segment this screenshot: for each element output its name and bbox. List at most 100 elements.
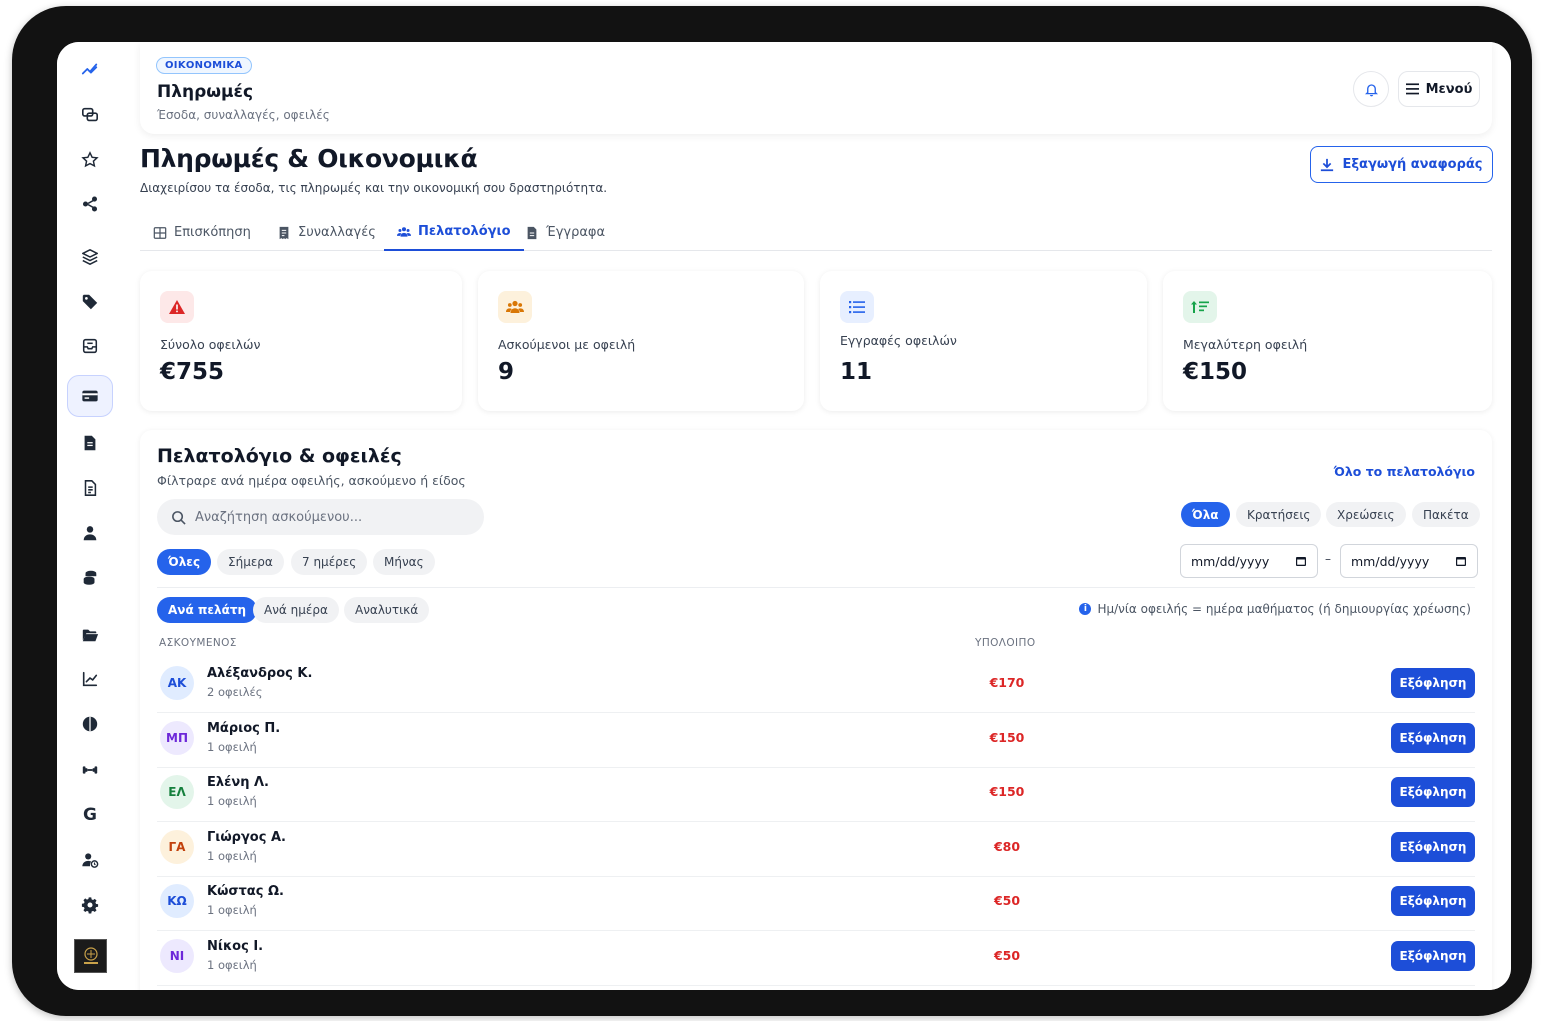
receipt-icon [279, 226, 289, 239]
share-icon[interactable] [73, 187, 107, 221]
balance-amount: €50 [993, 948, 1021, 963]
member-name: Ελένη Λ. [207, 775, 269, 791]
stat-label: Μεγαλύτερη οφειλή [1183, 337, 1308, 352]
gear-icon[interactable] [73, 888, 107, 922]
filter-type-bookings[interactable]: Κρατήσεις [1236, 502, 1322, 527]
page-title: Πληρωμές & Οικονομικά [140, 144, 478, 173]
view-detailed[interactable]: Αναλυτικά [344, 597, 430, 623]
date-from-input[interactable]: mm/dd/yyyy [1180, 544, 1318, 578]
all-clients-link[interactable]: Όλο το πελατολόγιο [1334, 464, 1475, 479]
export-report-button[interactable]: Εξαγωγή αναφοράς [1310, 146, 1493, 183]
users-icon [498, 291, 532, 323]
balance-amount: €80 [993, 838, 1021, 854]
stat-card-largest-debt: Μεγαλύτερη οφειλή €150 [1163, 271, 1492, 411]
stat-value: €150 [1183, 359, 1248, 385]
date-to-input[interactable]: mm/dd/yyyy [1340, 544, 1478, 578]
folder-icon[interactable] [73, 618, 107, 652]
tag-icon[interactable] [73, 285, 107, 319]
panel-title: Πελατολόγιο & οφειλές [157, 445, 402, 467]
table-row: ΓΑ Γιώργος Α. 1 οφειλή €80 Εξόφληση [157, 823, 1475, 877]
clients-debts-panel: Πελατολόγιο & οφειλές Φίλτραρε ανά ημέρα… [140, 430, 1492, 990]
stat-card-members-with-debt: Ασκούμενοι με οφειλή 9 [478, 271, 804, 411]
settle-button[interactable]: Εξόφληση [1391, 722, 1475, 753]
trend-icon[interactable] [73, 52, 107, 86]
search-input[interactable] [195, 509, 455, 525]
debt-count: 1 οφειλή [207, 903, 257, 918]
sidebar: G [57, 42, 123, 990]
half-circle-icon[interactable] [73, 707, 107, 741]
chat-icon[interactable] [73, 98, 107, 132]
notifications-button[interactable] [1353, 71, 1389, 107]
top-header: ΟΙΚΟΝΟΜΙΚΑ Πληρωμές Έσοδα, συναλλαγές, ο… [140, 42, 1492, 134]
debt-count: 1 οφειλή [207, 739, 257, 754]
filter-period-today[interactable]: Σήμερα [217, 549, 284, 575]
filter-type-all[interactable]: Όλα [1181, 502, 1230, 527]
header-title: Πληρωμές [157, 82, 254, 102]
stat-value: €755 [160, 359, 225, 385]
view-by-client[interactable]: Ανά πελάτη [157, 597, 258, 623]
filter-period-month[interactable]: Μήνας [373, 549, 435, 575]
tab-transactions[interactable]: Συναλλαγές [277, 214, 376, 251]
main-content: ΟΙΚΟΝΟΜΙΚΑ Πληρωμές Έσοδα, συναλλαγές, ο… [123, 42, 1511, 990]
coins-icon[interactable] [73, 561, 107, 595]
stat-card-debt-records: Εγγραφές οφειλών 11 [820, 271, 1147, 411]
screen: G ΟΙΚΟΝΟΜΙΚΑ Πληρωμές Έσοδα, συναλλαγές,… [57, 42, 1511, 990]
info-icon: i [1079, 603, 1092, 615]
tab-label: Επισκόπηση [174, 225, 251, 240]
tab-overview[interactable]: Επισκόπηση [153, 214, 251, 251]
star-icon[interactable] [73, 143, 107, 177]
menu-label: Μενού [1425, 81, 1473, 97]
inbox-icon[interactable] [73, 329, 107, 363]
avatar: ΜΠ [160, 720, 194, 755]
panel-subtitle: Φίλτραρε ανά ημέρα οφειλής, ασκούμενο ή … [157, 473, 466, 488]
balance-amount: €170 [989, 675, 1025, 690]
sort-desc-icon [1183, 291, 1217, 323]
card-icon[interactable] [67, 375, 113, 417]
column-header-member: ΑΣΚΟΥΜΕΝΟΣ [159, 637, 237, 649]
settle-button[interactable]: Εξόφληση [1391, 886, 1475, 917]
date-to-value: mm/dd/yyyy [1351, 553, 1430, 569]
layers-icon[interactable] [73, 240, 107, 274]
table-row: ΝΙ Νίκος Ι. 1 οφειλή €50 Εξόφληση [157, 932, 1475, 986]
chart-icon[interactable] [73, 662, 107, 696]
member-name: Νίκος Ι. [207, 939, 264, 954]
search-box [157, 499, 484, 535]
filter-period-all[interactable]: Όλες [157, 549, 212, 575]
calendar-icon [1456, 557, 1466, 566]
stat-card-total-debts: Σύνολο οφειλών €755 [140, 271, 462, 411]
list-icon [840, 291, 874, 323]
report-icon[interactable] [73, 471, 107, 505]
grid-icon [153, 226, 167, 239]
menu-button[interactable]: Μενού [1398, 71, 1480, 107]
invoice-icon[interactable] [73, 426, 107, 460]
balance-amount: €150 [989, 784, 1025, 800]
balance-amount: €150 [989, 729, 1025, 745]
member-name: Αλέξανδρος Κ. [207, 666, 313, 681]
filter-type-charges[interactable]: Χρεώσεις [1326, 502, 1406, 527]
info-note: i Ημ/νία οφειλής = ημέρα μαθήματος (ή δη… [1079, 602, 1471, 616]
tab-clients[interactable]: Πελατολόγιο [384, 214, 524, 251]
dumbbell-icon[interactable] [73, 753, 107, 787]
google-icon[interactable]: G [73, 798, 107, 832]
tab-documents[interactable]: Έγγραφα [525, 214, 605, 251]
settle-button[interactable]: Εξόφληση [1391, 777, 1475, 808]
table-row: ΜΠ Μάριος Π. 1 οφειλή €150 Εξόφληση [157, 714, 1475, 768]
settle-button[interactable]: Εξόφληση [1391, 668, 1475, 698]
view-by-day[interactable]: Ανά ημέρα [253, 597, 339, 623]
date-from-value: mm/dd/yyyy [1191, 553, 1270, 569]
avatar: ΚΩ [160, 884, 194, 919]
settle-button[interactable]: Εξόφληση [1391, 941, 1475, 971]
filter-period-7days[interactable]: 7 ημέρες [291, 549, 368, 575]
search-icon [172, 510, 186, 525]
stat-label: Σύνολο οφειλών [160, 337, 261, 352]
user-clock-icon[interactable] [73, 843, 107, 877]
settle-button[interactable]: Εξόφληση [1391, 831, 1475, 862]
users-icon [397, 226, 411, 237]
table-row: ΚΩ Κώστας Ω. 1 οφειλή €50 Εξόφληση [157, 877, 1475, 932]
debt-count: 1 οφειλή [207, 958, 257, 972]
date-separator: – [1325, 552, 1331, 566]
user-icon[interactable] [73, 516, 107, 550]
filter-type-packages[interactable]: Πακέτα [1412, 502, 1480, 527]
bell-icon [1364, 83, 1378, 96]
avatar: ΑΚ [160, 666, 194, 700]
